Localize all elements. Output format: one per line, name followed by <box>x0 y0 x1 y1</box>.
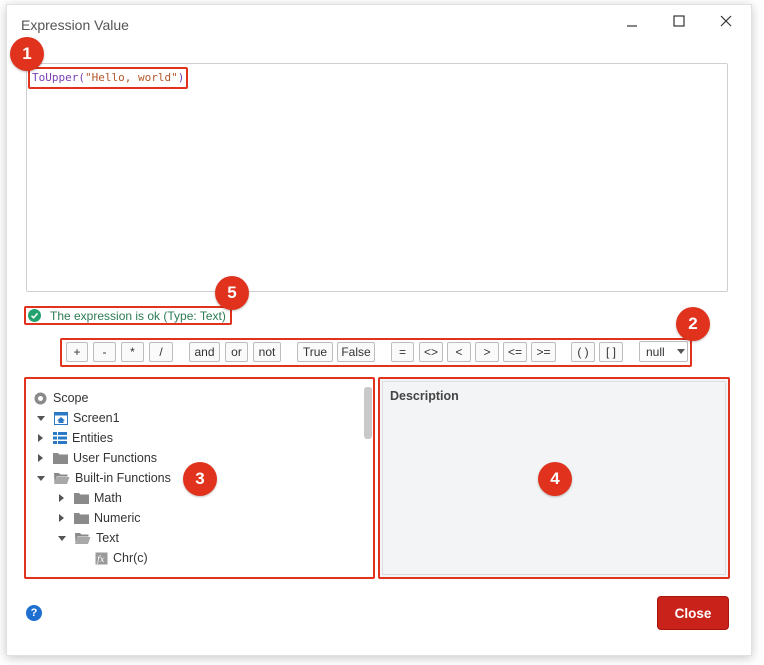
op-false-button[interactable]: False <box>337 342 375 362</box>
maximize-icon <box>673 15 685 27</box>
status-text: The expression is ok (Type: Text) <box>50 309 226 323</box>
tree-item-scope[interactable]: Scope <box>34 389 88 407</box>
op-greater-button[interactable]: > <box>475 342 499 362</box>
caret-right-icon[interactable] <box>38 454 43 462</box>
caret-right-icon[interactable] <box>59 514 64 522</box>
op-brackets-button[interactable]: [ ] <box>599 342 623 362</box>
maximize-button[interactable] <box>664 8 694 34</box>
tree-item-numeric[interactable]: Numeric <box>59 509 141 527</box>
op-multiply-button[interactable]: * <box>121 342 144 362</box>
op-and-button[interactable]: and <box>189 342 220 362</box>
tree-item-chr[interactable]: fx Chr(c) <box>95 549 148 567</box>
op-or-button[interactable]: or <box>225 342 248 362</box>
tree-item-label: Numeric <box>94 511 141 525</box>
close-button[interactable]: Close <box>658 597 728 629</box>
op-less-button[interactable]: < <box>447 342 471 362</box>
description-title: Description <box>390 389 459 403</box>
close-icon <box>720 15 732 27</box>
tree-item-user-functions[interactable]: User Functions <box>38 449 157 467</box>
tree-item-screen1[interactable]: Screen1 <box>37 409 120 427</box>
tree-item-label: Chr(c) <box>113 551 148 565</box>
op-true-button[interactable]: True <box>297 342 333 362</box>
op-divide-button[interactable]: / <box>149 342 173 362</box>
marker-2: 2 <box>676 307 710 341</box>
tree-item-label: Screen1 <box>73 411 120 425</box>
marker-1: 1 <box>10 37 44 71</box>
tree-item-label: Entities <box>72 431 113 445</box>
entities-icon <box>53 432 67 444</box>
tree-item-math[interactable]: Math <box>59 489 122 507</box>
caret-down-icon[interactable] <box>58 535 66 541</box>
expression-editor[interactable] <box>26 63 728 292</box>
check-icon <box>28 309 41 322</box>
code-function: ToUpper( <box>32 71 85 84</box>
expression-code[interactable]: ToUpper("Hello, world") <box>32 71 184 84</box>
tree-item-label: Built-in Functions <box>75 471 171 485</box>
tree-item-label: Text <box>96 531 119 545</box>
code-end: ) <box>177 71 185 84</box>
tree-item-label: Math <box>94 491 122 505</box>
tree-item-built-in-functions[interactable]: Built-in Functions <box>37 469 171 487</box>
screen-icon <box>54 411 68 425</box>
marker-4: 4 <box>538 462 572 496</box>
tree-item-label: Scope <box>53 391 89 405</box>
svg-text:fx: fx <box>96 555 105 564</box>
tree-item-entities[interactable]: Entities <box>38 429 113 447</box>
folder-open-icon <box>75 533 91 544</box>
caret-right-icon[interactable] <box>59 494 64 502</box>
radio-icon <box>34 392 47 404</box>
op-parentheses-button[interactable]: ( ) <box>571 342 595 362</box>
op-less-equal-button[interactable]: <= <box>503 342 527 362</box>
op-not-equal-button[interactable]: <> <box>419 342 443 362</box>
code-string: "Hello, world" <box>84 71 178 84</box>
function-icon: fx <box>95 552 108 564</box>
folder-icon <box>53 453 68 464</box>
null-select-value: null <box>646 344 665 359</box>
folder-open-icon <box>54 473 70 484</box>
op-not-button[interactable]: not <box>253 342 281 362</box>
folder-icon <box>74 513 89 524</box>
marker-5: 5 <box>215 276 249 310</box>
folder-icon <box>74 493 89 504</box>
tree-item-text[interactable]: Text <box>58 529 119 547</box>
help-icon[interactable]: ? <box>26 605 42 621</box>
op-minus-button[interactable]: - <box>93 342 116 362</box>
window-close-button[interactable] <box>711 8 741 34</box>
marker-3: 3 <box>183 462 217 496</box>
tree-scrollbar[interactable] <box>364 387 372 439</box>
tree-item-label: User Functions <box>73 451 158 465</box>
op-plus-button[interactable]: + <box>66 342 88 362</box>
caret-down-icon[interactable] <box>37 475 45 481</box>
minimize-icon <box>627 25 637 27</box>
op-greater-equal-button[interactable]: >= <box>531 342 556 362</box>
caret-right-icon[interactable] <box>38 434 43 442</box>
chevron-down-icon <box>677 349 685 354</box>
minimize-button[interactable] <box>617 8 647 34</box>
op-equal-button[interactable]: = <box>391 342 414 362</box>
caret-down-icon[interactable] <box>37 415 45 421</box>
dialog-title: Expression Value <box>21 17 129 33</box>
